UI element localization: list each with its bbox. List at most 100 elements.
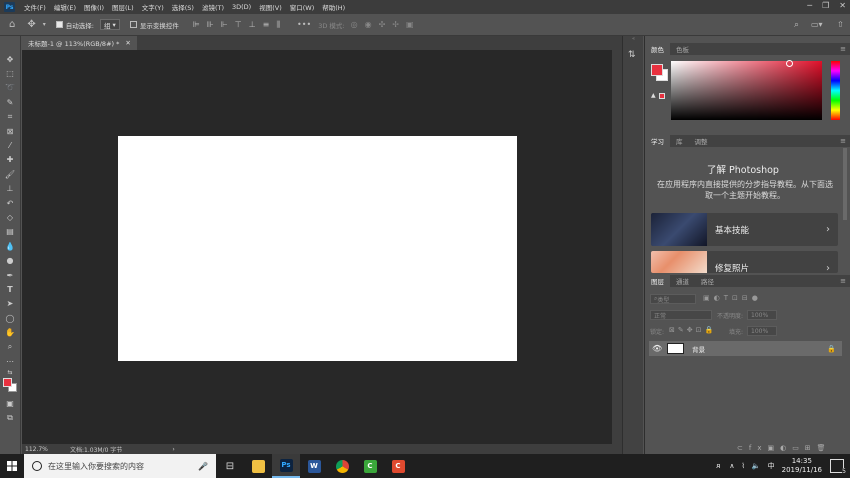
menu-help[interactable]: 帮助(H) xyxy=(318,2,349,12)
panel-menu-icon[interactable]: ≡ xyxy=(840,137,846,145)
status-menu-icon[interactable]: › xyxy=(172,446,174,453)
color-picker-field[interactable] xyxy=(671,60,822,120)
align-bottom-icon[interactable]: ≡ xyxy=(263,20,270,29)
menu-3d[interactable]: 3D(D) xyxy=(228,3,255,11)
people-icon[interactable]: ᴙ xyxy=(716,462,720,470)
visibility-eye-icon[interactable]: 👁 xyxy=(652,344,662,353)
ime-indicator[interactable]: 中 xyxy=(768,461,775,471)
screen-mode-icon[interactable]: ⧉ xyxy=(3,411,17,425)
align-right-icon[interactable]: ⊩ xyxy=(221,20,228,29)
auto-select-checkbox[interactable] xyxy=(55,21,63,28)
volume-icon[interactable]: 🔈 xyxy=(752,462,761,470)
document-canvas[interactable] xyxy=(118,136,517,361)
eyedropper-tool-icon[interactable]: ⁄ xyxy=(3,138,17,152)
tab-channels[interactable]: 通道 xyxy=(670,275,695,287)
history-brush-tool-icon[interactable]: ↶ xyxy=(3,196,17,210)
close-button[interactable]: ✕ xyxy=(839,1,846,10)
layer-filter-input[interactable]: ⌕ 类型 xyxy=(650,294,696,304)
close-tab-icon[interactable]: ✕ xyxy=(125,39,130,47)
taskbar-photoshop[interactable]: Ps xyxy=(272,454,300,478)
menu-layer[interactable]: 图层(L) xyxy=(108,2,138,12)
more-options-icon[interactable]: ••• xyxy=(297,20,311,29)
align-left-icon[interactable]: ⊫ xyxy=(193,20,200,29)
canvas-area[interactable] xyxy=(22,50,612,444)
healing-brush-tool-icon[interactable]: ✚ xyxy=(3,153,17,167)
auto-select-dropdown[interactable]: 组 ▾ xyxy=(99,19,120,30)
minimize-button[interactable]: ─ xyxy=(807,1,812,10)
marquee-tool-icon[interactable]: ⬚ xyxy=(3,66,17,80)
hand-tool-icon[interactable]: ✋ xyxy=(3,325,17,339)
taskbar-chrome[interactable] xyxy=(328,454,356,478)
zoom-level[interactable]: 112.7% xyxy=(22,446,62,453)
menu-view[interactable]: 视图(V) xyxy=(255,2,286,12)
menu-type[interactable]: 文字(Y) xyxy=(138,2,168,12)
move-tool-preset-icon[interactable]: ✥ xyxy=(27,19,35,30)
show-transform-option[interactable]: 显示变换控件 xyxy=(129,20,179,30)
align-center-icon[interactable]: ⊪ xyxy=(207,20,214,29)
hue-slider[interactable] xyxy=(831,61,840,120)
gradient-tool-icon[interactable]: ▤ xyxy=(3,225,17,239)
layer-filter-icons[interactable]: ▣◐T⊡⊟● xyxy=(703,294,762,302)
taskbar-search-box[interactable]: 在这里输入你要搜索的内容 🎤 xyxy=(24,454,216,478)
tab-learn[interactable]: 学习 xyxy=(645,135,670,147)
taskbar-camtasia-green[interactable]: C xyxy=(356,454,384,478)
distribute-icon[interactable]: ⫼ xyxy=(276,20,280,30)
gamut-warning-icon[interactable]: ▲ xyxy=(651,92,656,99)
foreground-color-swatch[interactable] xyxy=(651,64,663,76)
move-tool-icon[interactable]: ✥ xyxy=(3,52,17,66)
path-selection-tool-icon[interactable]: ➤ xyxy=(3,297,17,311)
menu-filter[interactable]: 滤镜(T) xyxy=(198,2,228,12)
tab-color[interactable]: 颜色 xyxy=(645,43,670,55)
dodge-tool-icon[interactable]: ● xyxy=(3,253,17,267)
quick-select-tool-icon[interactable]: ✎ xyxy=(3,95,17,109)
show-hidden-icons[interactable]: ∧ xyxy=(729,462,734,470)
vertical-scrollbar[interactable] xyxy=(612,50,622,444)
blend-mode-dropdown[interactable]: 正常 xyxy=(650,310,712,320)
microphone-icon[interactable]: 🎤 xyxy=(198,462,208,471)
tab-layers[interactable]: 图层 xyxy=(645,275,670,287)
menu-select[interactable]: 选择(S) xyxy=(168,2,198,12)
panel-menu-icon[interactable]: ≡ xyxy=(840,45,846,53)
tab-paths[interactable]: 路径 xyxy=(695,275,720,287)
notification-center-icon[interactable]: 5 xyxy=(830,459,846,475)
properties-panel-icon[interactable]: ⇅ xyxy=(628,50,640,62)
menu-image[interactable]: 图像(I) xyxy=(80,2,108,12)
show-transform-checkbox[interactable] xyxy=(129,21,137,28)
orbit-3d-icon[interactable]: ◎ xyxy=(351,20,358,29)
menu-file[interactable]: 文件(F) xyxy=(20,2,50,12)
taskbar-word[interactable]: W xyxy=(300,454,328,478)
network-icon[interactable]: ⌇ xyxy=(742,462,745,470)
panel-menu-icon[interactable]: ≡ xyxy=(840,277,846,285)
foreground-swatch[interactable] xyxy=(3,377,12,387)
document-tab[interactable]: 未标题-1 @ 113%(RGB/8#) * ✕ xyxy=(22,36,137,50)
default-colors-icon[interactable]: ⇆ xyxy=(3,369,17,377)
tab-libraries[interactable]: 库 xyxy=(670,135,689,147)
eraser-tool-icon[interactable]: ◇ xyxy=(3,210,17,224)
learn-scrollbar[interactable] xyxy=(843,148,847,220)
more-tools-icon[interactable]: ⋯ xyxy=(3,354,17,368)
color-picker-cursor[interactable] xyxy=(786,60,793,67)
start-button[interactable] xyxy=(0,454,24,478)
menu-window[interactable]: 窗口(W) xyxy=(286,2,319,12)
clone-stamp-tool-icon[interactable]: ⊥ xyxy=(3,182,17,196)
home-icon[interactable]: ⌂ xyxy=(9,19,15,30)
slide-3d-icon[interactable]: ✢ xyxy=(392,20,399,29)
scale-3d-icon[interactable]: ▣ xyxy=(406,20,414,29)
brush-tool-icon[interactable]: 🖌 xyxy=(3,167,17,181)
pen-tool-icon[interactable]: ✒ xyxy=(3,268,17,282)
tab-swatches[interactable]: 色板 xyxy=(670,43,695,55)
tab-adjustments[interactable]: 调整 xyxy=(689,135,714,147)
lock-icon[interactable]: 🔒 xyxy=(827,345,836,353)
search-icon[interactable]: ⌕ xyxy=(794,20,799,30)
align-top-icon[interactable]: ⊤ xyxy=(235,20,242,29)
dock-collapse-icon[interactable]: « xyxy=(623,36,644,42)
align-middle-icon[interactable]: ⊥ xyxy=(249,20,256,29)
restore-button[interactable]: ❐ xyxy=(822,1,829,10)
learn-card-basic-skills[interactable]: 基本技能 › xyxy=(651,213,838,246)
blur-tool-icon[interactable]: 💧 xyxy=(3,239,17,253)
lock-icons[interactable]: ⊠✎✥⊡🔒 xyxy=(669,326,716,334)
quick-mask-icon[interactable]: ▣ xyxy=(3,397,17,411)
auto-select-option[interactable]: 自动选择: xyxy=(55,20,94,30)
clock[interactable]: 14:35 2019/11/16 xyxy=(782,457,822,475)
layers-footer-icons[interactable]: ⊂fx▣◐▭⊞🗑 xyxy=(737,444,832,452)
